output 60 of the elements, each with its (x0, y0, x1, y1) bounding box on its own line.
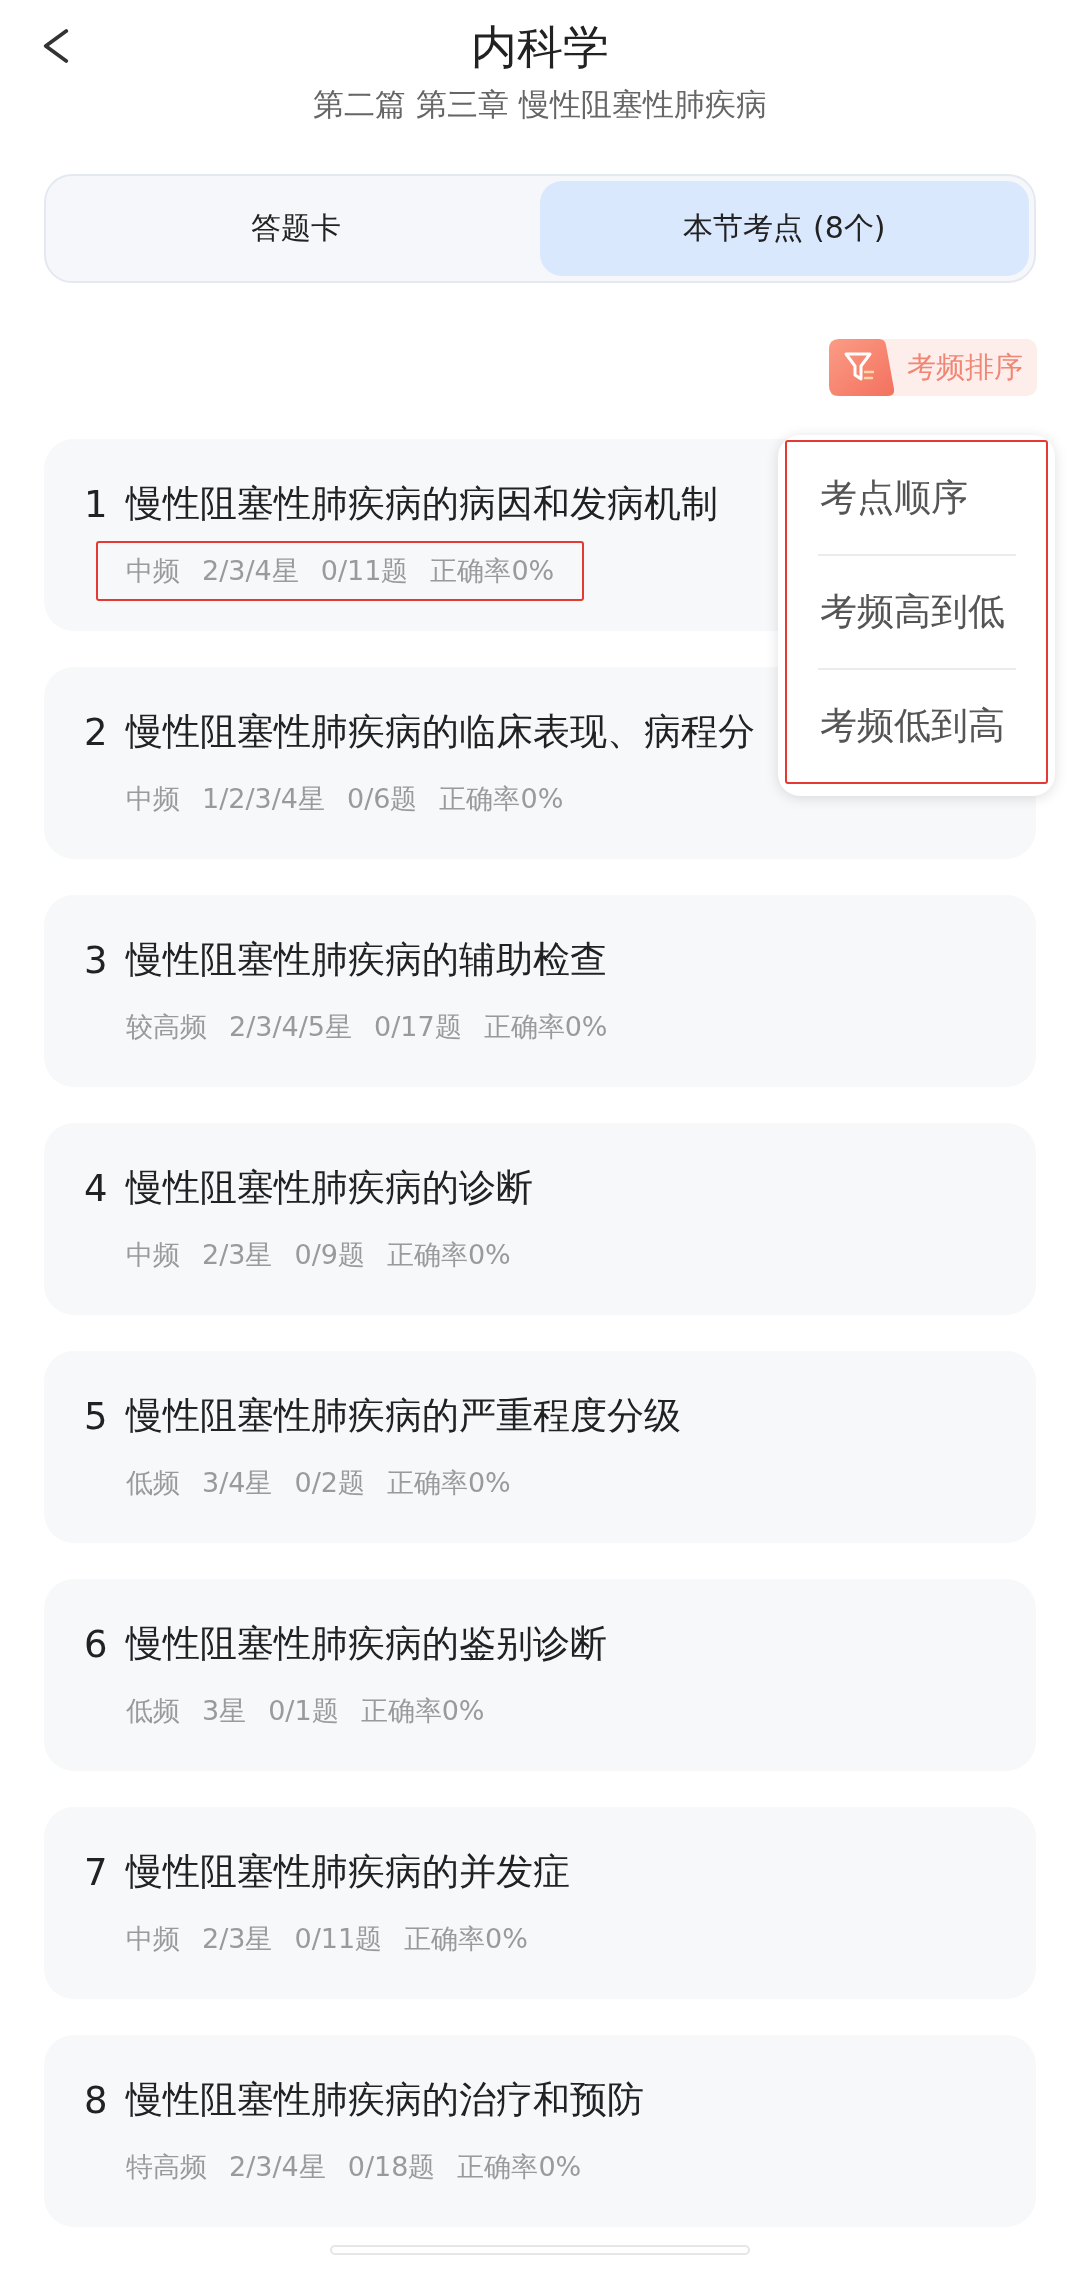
frequency-label: 中频 (126, 1238, 180, 1272)
star-grade-label: 3星 (202, 1694, 247, 1728)
topic-title: 慢性阻塞性肺疾病的治疗和预防 (125, 2077, 644, 2123)
topic-number: 8 (84, 2078, 108, 2122)
topic-title: 慢性阻塞性肺疾病的严重程度分级 (125, 1393, 681, 1439)
frequency-label: 较高频 (126, 1010, 207, 1044)
accuracy-rate: 正确率0% (386, 1466, 511, 1500)
question-count: 0/11题 (294, 1922, 383, 1956)
topic-card[interactable]: 4 慢性阻塞性肺疾病的诊断 中频 2/3星 0/9题 正确率0% (44, 1123, 1036, 1315)
star-grade-label: 2/3/4星 (202, 554, 299, 588)
topic-title: 慢性阻塞性肺疾病的辅助检查 (125, 937, 607, 983)
accuracy-rate: 正确率0% (360, 1694, 485, 1728)
chapter-subtitle: 第二篇 第三章 慢性阻塞性肺疾病 (312, 85, 768, 124)
tab[interactable]: 本节考点 (8个) (540, 181, 1029, 276)
star-grade-label: 2/3星 (202, 1238, 273, 1272)
question-count: 0/18题 (347, 2150, 436, 2184)
star-grade-label: 2/3/4/5星 (229, 1010, 352, 1044)
question-count: 0/9题 (294, 1238, 365, 1272)
accuracy-rate: 正确率0% (404, 1922, 528, 1956)
frequency-label: 低频 (126, 1694, 180, 1728)
back-icon[interactable] (42, 29, 70, 63)
topic-title: 慢性阻塞性肺疾病的临床表现、病程分 (125, 709, 755, 755)
topic-card[interactable]: 5 慢性阻塞性肺疾病的严重程度分级 低频 3/4星 0/2题 正确率0% (44, 1351, 1036, 1543)
star-grade-label: 2/3/4星 (229, 2150, 326, 2184)
accuracy-rate: 正确率0% (430, 554, 555, 588)
topic-title: 慢性阻塞性肺疾病的并发症 (125, 1849, 570, 1895)
accuracy-rate: 正确率0% (386, 1238, 511, 1272)
topic-title: 慢性阻塞性肺疾病的鉴别诊断 (125, 1621, 607, 1667)
frequency-label: 特高频 (126, 2150, 207, 2184)
topic-card[interactable]: 7 慢性阻塞性肺疾病的并发症 中频 2/3星 0/11题 正确率0% (44, 1807, 1036, 1999)
topic-number: 4 (84, 1166, 108, 1210)
filter-icon (829, 339, 895, 396)
question-count: 0/2题 (294, 1466, 365, 1500)
star-grade-label: 2/3星 (202, 1922, 273, 1956)
question-count: 0/1题 (268, 1694, 339, 1728)
question-count: 0/17题 (374, 1010, 462, 1044)
frequency-label: 中频 (126, 554, 180, 588)
topic-number: 2 (84, 710, 108, 754)
star-grade-label: 3/4星 (202, 1466, 273, 1500)
topic-title: 慢性阻塞性肺疾病的病因和发病机制 (125, 481, 718, 527)
star-grade-label: 1/2/3/4星 (202, 782, 325, 816)
accuracy-rate: 正确率0% (483, 1010, 608, 1044)
topic-number: 5 (84, 1394, 108, 1438)
question-count: 0/11题 (320, 554, 409, 588)
topic-title: 慢性阻塞性肺疾病的诊断 (125, 1165, 533, 1211)
topic-number: 1 (84, 482, 108, 526)
tab[interactable]: 答题卡 (51, 181, 540, 276)
topic-card[interactable]: 8 慢性阻塞性肺疾病的治疗和预防 特高频 2/3/4星 0/18题 正确率0% (44, 2035, 1036, 2227)
topic-card[interactable]: 6 慢性阻塞性肺疾病的鉴别诊断 低频 3星 0/1题 正确率0% (44, 1579, 1036, 1771)
frequency-label: 中频 (126, 1922, 180, 1956)
topic-number: 6 (84, 1622, 108, 1666)
accuracy-rate: 正确率0% (457, 2150, 582, 2184)
topic-card[interactable]: 3 慢性阻塞性肺疾病的辅助检查 较高频 2/3/4/5星 0/17题 正确率0% (44, 895, 1036, 1087)
frequency-label: 低频 (126, 1466, 180, 1500)
page-title: 内科学 (471, 19, 609, 76)
accuracy-rate: 正确率0% (439, 782, 564, 816)
topic-number: 3 (84, 938, 108, 982)
topic-number: 7 (84, 1850, 108, 1894)
frequency-label: 中频 (126, 782, 180, 816)
question-count: 0/6题 (347, 782, 418, 816)
